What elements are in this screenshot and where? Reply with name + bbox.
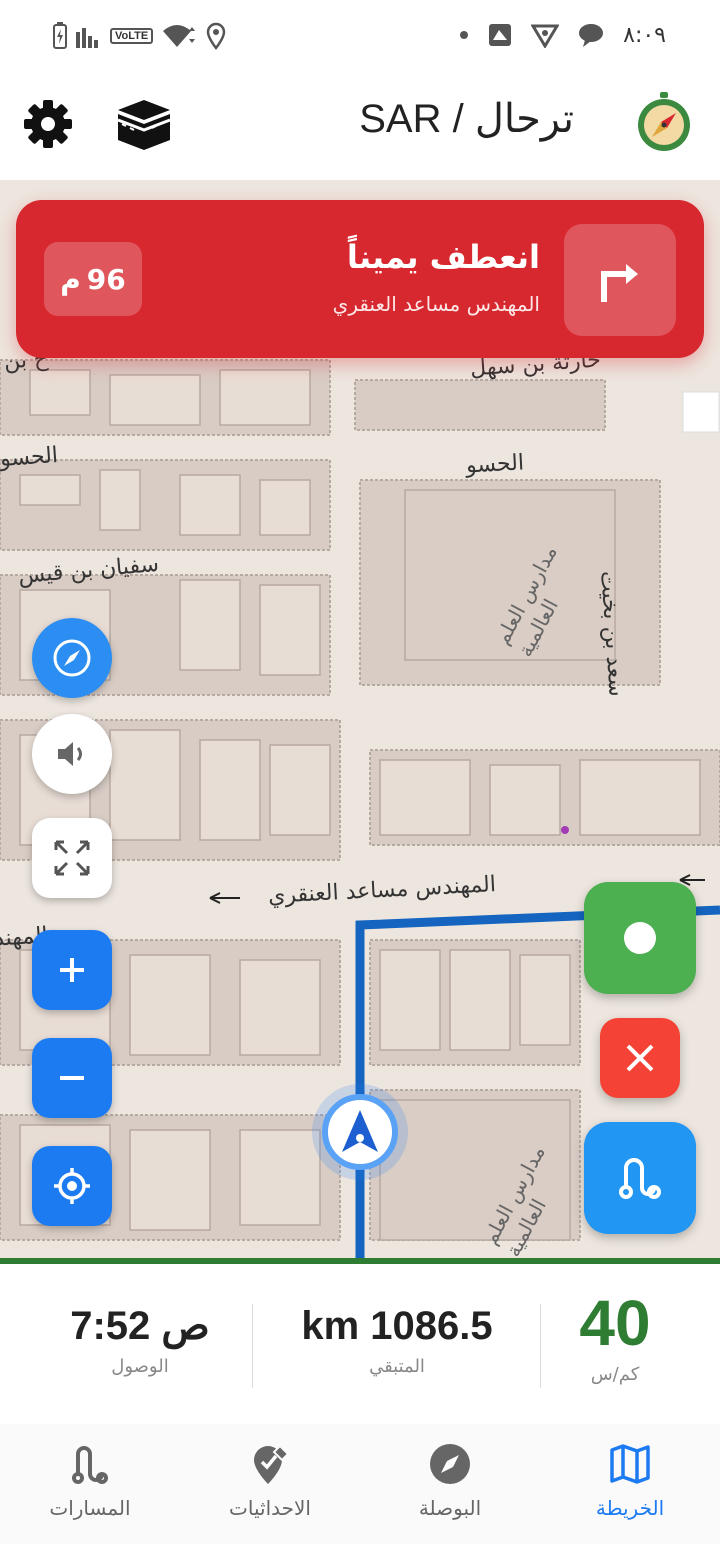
app-bar: SAR / ترحال [0,78,720,180]
record-button[interactable] [584,882,696,994]
location-edit-icon [254,1444,290,1484]
volte-badge: VoLTE [110,28,154,44]
chat-icon [579,24,604,47]
compass-mode-button[interactable] [32,618,112,698]
signal-icon [76,28,98,48]
routes-button[interactable] [584,1122,696,1234]
plus-icon [60,958,84,982]
dot-icon [460,31,469,39]
record-dot-icon [624,922,656,954]
arrival-label: الوصول [111,1356,169,1377]
tab-routes[interactable]: المسارات [10,1442,170,1520]
arrival-value: 7:52 ص [70,1304,210,1348]
compass-icon [430,1444,470,1484]
turn-distance: م 96 [44,242,142,316]
tab-compass[interactable]: البوصلة [370,1442,530,1520]
settings-button[interactable] [22,98,74,150]
clock: ٨:٠٩ [623,22,666,48]
app-title: SAR / ترحال [359,97,574,141]
tab-map-label: الخريطة [595,1496,665,1520]
route-icon [619,1158,661,1199]
compass-icon [53,639,91,677]
tab-compass-label: البوصلة [418,1496,482,1520]
trip-stats-panel: 40 كم/س km 1086.5 المتبقي 7:52 ص الوصول [0,1264,720,1424]
minus-icon [60,1076,84,1080]
arrival-stat: 7:52 ص الوصول [40,1302,240,1377]
my-location-button[interactable] [32,1146,112,1226]
zoom-in-button[interactable] [32,930,112,1010]
stop-navigation-button[interactable] [600,1018,680,1098]
turn-street: المهندس مساعد العنقري [332,292,540,316]
sound-toggle-button[interactable] [32,714,112,794]
turn-right-icon [601,264,638,302]
tab-routes-label: المسارات [49,1496,131,1520]
speaker-icon [58,742,82,766]
tab-coordinates-label: الاحداثيات [229,1496,311,1520]
image-app-icon [489,24,512,46]
gear-icon [24,100,72,148]
crosshair-icon [54,1168,90,1204]
turn-distance-unit: م [60,262,81,296]
remaining-stat: km 1086.5 المتبقي [262,1302,532,1377]
turn-instruction-banner: انعطف يميناً المهندس مساعد العنقري م 96 [16,200,704,358]
current-location-marker [312,1084,408,1180]
turn-arrow-box [564,224,676,336]
stats-separator [252,1304,253,1388]
qibla-button[interactable] [114,94,174,154]
turn-distance-value: 96 [86,262,126,296]
map-street-label: الحسو [0,443,59,472]
tab-coordinates[interactable]: الاحداثيات [190,1442,350,1520]
fullscreen-button[interactable] [32,818,112,898]
compass-logo-icon [638,92,690,151]
remaining-label: المتبقي [369,1356,425,1377]
wifi-icon [163,25,196,47]
location-icon [206,22,226,50]
speed-stat: 40 كم/س [555,1288,675,1385]
remaining-value: km 1086.5 [301,1304,493,1348]
map-street-label: الحسو [465,450,525,479]
kaaba-icon [117,100,171,150]
stats-separator [540,1304,541,1388]
bottom-navigation: الخريطة البوصلة الاحداثيات المسارات [0,1424,720,1544]
route-icon [72,1446,108,1484]
tab-map[interactable]: الخريطة [550,1442,710,1520]
speed-unit: كم/س [590,1364,640,1385]
vpn-shield-icon [531,24,560,48]
battery-charging-icon [53,22,67,49]
status-bar: VoLTE ٨:٠٩ [0,0,720,78]
expand-icon [54,840,90,876]
zoom-out-button[interactable] [32,1038,112,1118]
turn-instruction: انعطف يميناً [346,238,540,276]
app-logo [634,92,694,152]
map-icon [610,1444,650,1484]
speed-value: 40 [579,1287,651,1359]
close-icon [626,1044,654,1072]
navigation-arrow-icon [342,1110,378,1152]
